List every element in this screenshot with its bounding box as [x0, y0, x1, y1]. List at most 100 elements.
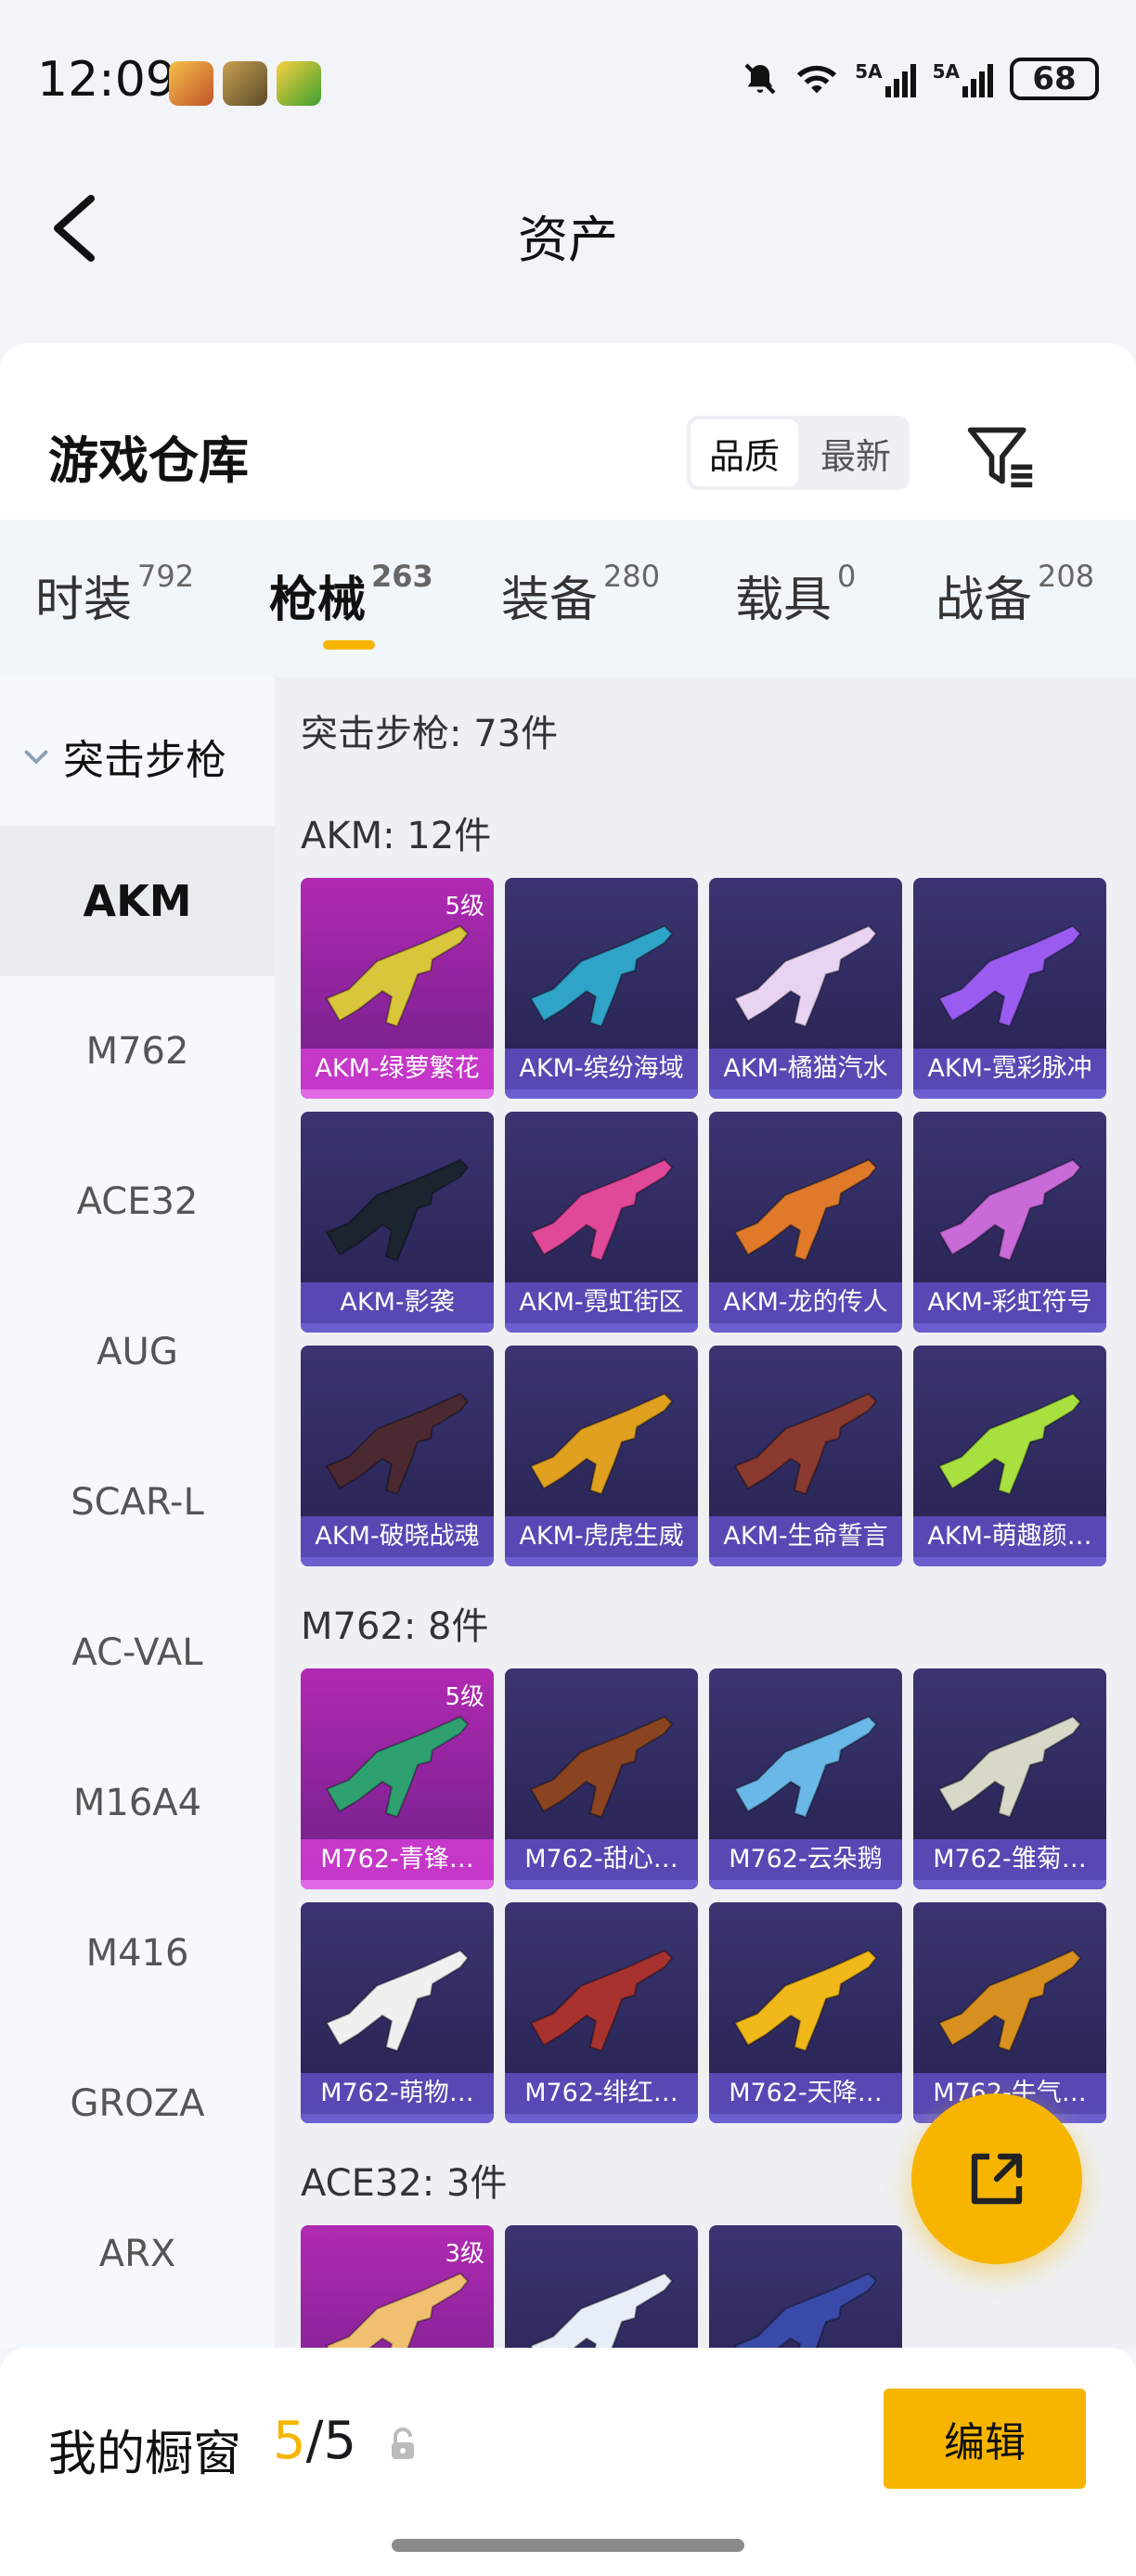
status-bar: 12:09 5A 5A 68 [0, 0, 1136, 139]
sort-newest-button[interactable]: 最新 [802, 416, 910, 490]
sidebar-category-header[interactable]: 突击步枪 [0, 715, 275, 798]
weapon-card[interactable]: AKM-彩虹符号 [913, 1112, 1106, 1333]
sidebar-item-groza[interactable]: GROZA [0, 2029, 275, 2179]
rifle-icon [733, 924, 878, 1028]
sidebar-item-aug[interactable]: AUG [0, 1277, 275, 1427]
weapon-card[interactable]: M762-云朵鹅 [709, 1668, 902, 1889]
weapon-card[interactable]: AKM-缤纷海域 [505, 878, 698, 1099]
signal-icon-1: 5A [855, 60, 916, 97]
weapon-card[interactable]: AKM-破晓战魂 [301, 1346, 494, 1566]
rifle-icon [733, 1392, 878, 1496]
weapon-card[interactable]: M762-雏菊… [913, 1668, 1106, 1889]
weapon-name-label: AKM-生命誓言 [709, 1516, 902, 1557]
showcase-count: 5/5 [273, 2411, 357, 2471]
rifle-icon [325, 1715, 470, 1819]
signal-icon-2: 5A [933, 60, 993, 97]
weapon-name-label: M762-绯红… [505, 2073, 698, 2114]
sidebar-item-m762[interactable]: M762 [0, 976, 275, 1127]
weapon-card[interactable]: 5级 M762-青锋… [301, 1668, 494, 1889]
rarity-stripe [709, 1089, 902, 1099]
rifle-icon [325, 1158, 470, 1262]
weapon-card[interactable]: AKM-虎虎生威 [505, 1346, 698, 1566]
weapon-name-label: AKM-萌趣颜… [913, 1516, 1106, 1557]
share-button[interactable] [911, 2093, 1082, 2264]
weapon-name-label: M762-天降… [709, 2073, 902, 2114]
tab-equipment[interactable]: 装备 280 [501, 559, 660, 630]
weapon-name-label: AKM-橘猫汽水 [709, 1049, 902, 1089]
weapon-card[interactable]: AKM-橘猫汽水 [709, 878, 902, 1099]
rifle-icon [529, 1715, 674, 1819]
wifi-icon [797, 65, 837, 94]
rarity-stripe [709, 1557, 902, 1566]
rarity-stripe [301, 2114, 494, 2123]
weapon-name-label: AKM-影袭 [301, 1282, 494, 1323]
sidebar-item-akm[interactable]: AKM [0, 826, 275, 976]
rifle-icon [937, 1392, 1082, 1496]
section-title-m762: M762: 8件 [301, 1605, 489, 1648]
sidebar-item-arx[interactable]: ARX [0, 2179, 275, 2329]
weapon-card[interactable]: AKM-萌趣颜… [913, 1346, 1106, 1566]
rifle-icon [937, 924, 1082, 1028]
rifle-icon [937, 1949, 1082, 2053]
rarity-stripe [709, 1323, 902, 1333]
weapon-card[interactable]: 5级 AKM-绿萝繁花 [301, 878, 494, 1099]
rifle-icon [529, 1949, 674, 2053]
active-tab-indicator [323, 640, 375, 650]
tab-supplies[interactable]: 战备 208 [936, 559, 1094, 630]
weapon-card[interactable]: AKM-霓虹街区 [505, 1112, 698, 1333]
edit-button[interactable]: 编辑 [884, 2389, 1086, 2489]
weapon-name-label: AKM-霓彩脉冲 [913, 1049, 1106, 1089]
category-tabs: 时装 792 枪械 263 装备 280 载具 0 战备 208 [0, 520, 1136, 677]
rifle-icon [529, 1158, 674, 1262]
app-icon-game [169, 61, 213, 106]
lock-icon [392, 2428, 414, 2459]
weapon-name-label: AKM-彩虹符号 [913, 1282, 1106, 1323]
sidebar-item-m416[interactable]: M416 [0, 1878, 275, 2029]
weapon-name-label: AKM-绿萝繁花 [301, 1049, 494, 1089]
showcase-title: 我的橱窗 [48, 2427, 242, 2482]
rarity-stripe [505, 1880, 698, 1889]
weapon-card[interactable]: AKM-霓彩脉冲 [913, 878, 1106, 1099]
rifle-icon [733, 1949, 878, 2053]
weapon-sidebar: 突击步枪 AKM M762 ACE32 AUG SCAR-L AC-VAL M1… [0, 677, 275, 2348]
weapon-card[interactable]: M762-牛气… [913, 1902, 1106, 2123]
rifle-icon [529, 1392, 674, 1496]
filter-icon[interactable] [965, 421, 1036, 492]
rifle-icon [325, 1949, 470, 2053]
mute-icon [744, 63, 776, 95]
level-badge: 5级 [445, 893, 484, 921]
weapon-card[interactable]: M762-甜心… [505, 1668, 698, 1889]
tab-vehicles[interactable]: 载具 0 [735, 559, 856, 630]
battery-icon: 68 [1010, 58, 1099, 100]
section-title-akm: AKM: 12件 [301, 815, 492, 857]
weapon-card[interactable]: AKM-龙的传人 [709, 1112, 902, 1333]
sidebar-item-ace32[interactable]: ACE32 [0, 1127, 275, 1277]
rarity-stripe [913, 1089, 1106, 1099]
sidebar-item-m16a4[interactable]: M16A4 [0, 1728, 275, 1878]
home-indicator[interactable] [392, 2539, 744, 2552]
weapon-card[interactable]: AKM-影袭 [301, 1112, 494, 1333]
warehouse-bar: 游戏仓库 品质 最新 [0, 343, 1136, 520]
rifle-icon [733, 1715, 878, 1819]
sidebar-item-scar-l[interactable]: SCAR-L [0, 1427, 275, 1578]
tab-firearms[interactable]: 枪械 263 [269, 559, 433, 630]
sort-quality-button[interactable]: 品质 [691, 419, 798, 486]
app-icon-pubg [223, 61, 267, 106]
weapon-card[interactable]: M762-天降… [709, 1902, 902, 2123]
sidebar-item-ac-val[interactable]: AC-VAL [0, 1578, 275, 1728]
weapon-name-label: M762-雏菊… [913, 1839, 1106, 1880]
rarity-stripe [913, 1323, 1106, 1333]
weapon-card[interactable]: M762-绯红… [505, 1902, 698, 2123]
rarity-stripe [505, 2114, 698, 2123]
weapon-name-label: M762-青锋… [301, 1839, 494, 1880]
weapon-card[interactable]: AKM-生命誓言 [709, 1346, 902, 1566]
weapon-card[interactable]: M762-萌物… [301, 1902, 494, 2123]
weapon-name-label: AKM-破晓战魂 [301, 1516, 494, 1557]
weapon-name-label: M762-萌物… [301, 2073, 494, 2114]
section-title-ace32: ACE32: 3件 [301, 2162, 508, 2205]
tab-fashion[interactable]: 时装 792 [35, 559, 194, 630]
page-title: 资产 [518, 211, 618, 269]
app-icon-mima [277, 61, 321, 106]
rarity-stripe [709, 2114, 902, 2123]
chevron-down-icon [24, 750, 48, 765]
